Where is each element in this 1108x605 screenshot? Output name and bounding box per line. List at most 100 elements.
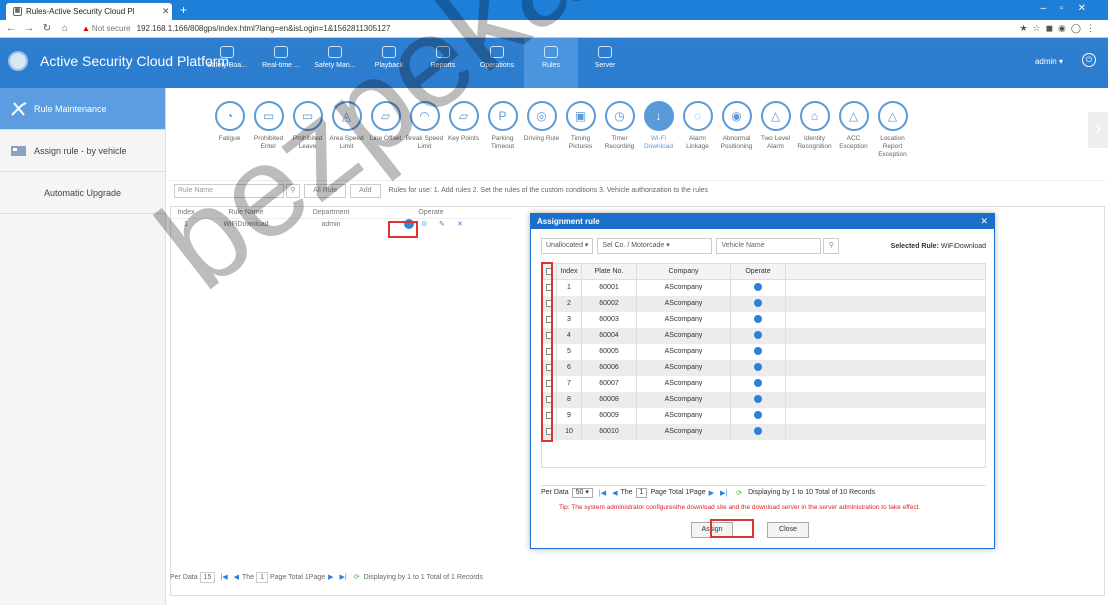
table-row[interactable]: 4 60004 AScompany — [542, 328, 985, 344]
prev-page-icon[interactable]: ◀ — [612, 489, 617, 497]
rule-type-driving-rule[interactable]: ◎ Driving Rule — [522, 95, 561, 175]
rule-type-location-report-exception[interactable]: △ Location Report Exception — [873, 95, 912, 175]
next-page-icon[interactable]: ▶ — [328, 573, 333, 581]
nav-item-safety-man[interactable]: Safety Man... — [308, 38, 362, 88]
browser-tab[interactable]: ▦ Rules-Active Security Cloud Pl ✕ — [6, 3, 172, 20]
last-page-icon[interactable]: ▶| — [340, 573, 347, 581]
table-row[interactable]: 5 60005 AScompany — [542, 344, 985, 360]
rule-type-label: Prohibited Leave — [292, 135, 323, 150]
power-icon[interactable]: ⏻ — [1082, 53, 1096, 67]
new-tab-icon[interactable]: + — [180, 3, 187, 17]
rule-type-identity-recognition[interactable]: ⌂ Identity Recognition — [795, 95, 834, 175]
rule-type-prohibited-leave[interactable]: ▭ Prohibited Leave — [288, 95, 327, 175]
assign-icon[interactable] — [754, 427, 762, 436]
rule-type-prohibited-enter[interactable]: ▭ Prohibited Enter — [249, 95, 288, 175]
rule-type-two-level-alarm[interactable]: △ Two Level Alarm — [756, 95, 795, 175]
rule-type-label: Two Level Alarm — [760, 135, 791, 150]
per-data-select[interactable]: 15 — [199, 571, 216, 583]
cell-company: AScompany — [637, 392, 731, 408]
cell-company: AScompany — [637, 376, 731, 392]
cell-company: AScompany — [637, 328, 731, 344]
rule-type-fatigue[interactable]: ◔ Fatigue — [210, 95, 249, 175]
rule-type-wi-fi-download[interactable]: ↓ Wi-Fi Download — [639, 95, 678, 175]
refresh-icon[interactable]: ⟳ — [354, 573, 360, 581]
not-secure-label[interactable]: Not secure — [92, 24, 131, 33]
window-controls[interactable]: –▫✕ — [1041, 3, 1101, 14]
first-page-icon[interactable]: |◀ — [599, 489, 606, 497]
rule-type-alarm-linkage[interactable]: ◌ Alarm Linkage — [678, 95, 717, 175]
search-icon[interactable]: ⚲ — [286, 183, 300, 198]
back-icon[interactable]: ← — [4, 23, 18, 34]
table-row[interactable]: 1 60001 AScompany — [542, 280, 985, 296]
rule-type-line-offset[interactable]: ▱ Line Offset — [366, 95, 405, 175]
assign-icon[interactable] — [754, 363, 762, 372]
forward-icon[interactable]: → — [22, 23, 36, 34]
rule-type-parking-timeout[interactable]: P Parking Timeout — [483, 95, 522, 175]
table-row[interactable]: 1 WiFiDownload admin ⊙ ✎ ✕ — [171, 219, 511, 231]
table-row[interactable]: 9 60009 AScompany — [542, 408, 985, 424]
rule-type-key-points[interactable]: ▱ Key Points — [444, 95, 483, 175]
assign-icon[interactable] — [754, 379, 762, 388]
user-menu[interactable]: admin ▾ — [1035, 57, 1063, 66]
assign-icon[interactable] — [754, 331, 762, 340]
home-icon[interactable]: ⌂ — [58, 23, 72, 34]
first-page-icon[interactable]: |◀ — [220, 573, 227, 581]
vehicle-name-input[interactable]: Vehicle Name — [716, 238, 822, 254]
rule-type-acc-exception[interactable]: △ ACC Exception — [834, 95, 873, 175]
nav-item-reports[interactable]: Reports — [416, 38, 470, 88]
per-data-select[interactable]: 50 ▾ — [571, 487, 593, 498]
rule-type-break-speed-limit[interactable]: ◠ Break Speed Limit — [405, 95, 444, 175]
nav-item-playback[interactable]: Playback — [362, 38, 416, 88]
assign-icon[interactable] — [754, 315, 762, 324]
table-row[interactable]: 8 60008 AScompany — [542, 392, 985, 408]
nav-icon — [436, 46, 450, 58]
nav-item-server[interactable]: Server — [578, 38, 632, 88]
rule-type-timer-recording[interactable]: ◷ Timer Recording — [600, 95, 639, 175]
sidebar-item-rule-maintenance[interactable]: Rule Maintenance — [0, 88, 165, 130]
nav-icon — [544, 46, 558, 58]
url-text[interactable]: 192.168.1.166/808gps/index.html?lang=en&… — [137, 24, 391, 33]
rule-type-timing-pictures[interactable]: ▣ Timing Pictures — [561, 95, 600, 175]
table-row[interactable]: 7 60007 AScompany — [542, 376, 985, 392]
last-page-icon[interactable]: ▶| — [720, 489, 727, 497]
page-input[interactable]: 1 — [256, 571, 268, 583]
rule-type-area-speed-limit[interactable]: ◬ Area Speed Limit — [327, 95, 366, 175]
next-page-icon[interactable]: ▶ — [709, 489, 714, 497]
browser-extension-icons[interactable]: ★☆◼◉◯⋮ — [1019, 23, 1100, 34]
nav-item-operations[interactable]: Operations — [470, 38, 524, 88]
close-tab-icon[interactable]: ✕ — [162, 6, 172, 17]
nav-item-rules[interactable]: Rules — [524, 38, 578, 88]
table-row[interactable]: 3 60003 AScompany — [542, 312, 985, 328]
edit-icon[interactable]: ✎ — [439, 221, 445, 228]
allocation-filter-select[interactable]: Unallocated ▾ — [541, 238, 594, 254]
scroll-right-icon[interactable]: › — [1088, 112, 1108, 148]
nav-item-safety-boa[interactable]: Safety Boa... — [200, 38, 254, 88]
rules-table: Index Rule Name Department Operate 1 WiF… — [171, 207, 511, 231]
rule-name-search-input[interactable]: Rule Name — [174, 183, 284, 198]
assign-icon[interactable] — [754, 283, 762, 292]
refresh-icon[interactable]: ⟳ — [736, 489, 742, 497]
prev-page-icon[interactable]: ◀ — [234, 573, 239, 581]
search-icon[interactable]: ⚲ — [823, 238, 840, 254]
table-row[interactable]: 2 60002 AScompany — [542, 296, 985, 312]
close-button[interactable]: Close — [767, 522, 809, 538]
table-row[interactable]: 10 60010 AScompany — [542, 424, 985, 440]
rule-type-abnormal-positioning[interactable]: ◉ Abnormal Positioning — [717, 95, 756, 175]
table-row[interactable]: 6 60006 AScompany — [542, 360, 985, 376]
all-rule-button[interactable]: All Rule — [304, 183, 347, 198]
view-icon[interactable]: ⊙ — [421, 221, 427, 228]
assign-icon[interactable] — [754, 411, 762, 420]
assign-icon[interactable] — [754, 395, 762, 404]
company-filter-select[interactable]: Sel Co. / Motorcade ▾ — [597, 238, 713, 254]
page-input[interactable]: 1 — [635, 487, 648, 498]
close-icon[interactable]: ✕ — [980, 216, 988, 227]
assign-icon[interactable] — [754, 299, 762, 308]
sidebar-item-automatic-upgrade[interactable]: Automatic Upgrade — [0, 172, 165, 214]
nav-item-real-time[interactable]: Real-time ... — [254, 38, 308, 88]
sidebar-item-assign-rule[interactable]: Assign rule - by vehicle — [0, 130, 165, 172]
cell-company: AScompany — [637, 312, 731, 328]
reload-icon[interactable]: ↻ — [40, 23, 54, 34]
delete-icon[interactable]: ✕ — [457, 221, 463, 228]
assign-icon[interactable] — [754, 347, 762, 356]
add-button[interactable]: Add — [350, 183, 381, 198]
